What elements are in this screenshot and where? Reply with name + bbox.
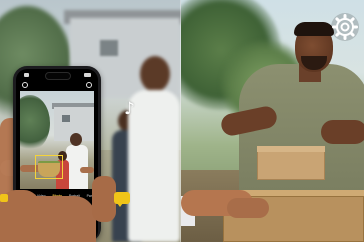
flash-icon[interactable] [22, 82, 28, 88]
battery-icon [84, 73, 91, 77]
viewfinder-window [62, 115, 70, 122]
status-bar [16, 69, 98, 81]
left-photo-panel: ♪ Pano [0, 0, 181, 242]
chat-bubble-icon-partial [0, 194, 8, 202]
hand-fingers [92, 176, 116, 222]
background-man [120, 50, 180, 242]
small-box-flap [257, 146, 325, 152]
chat-bubble-icon [114, 192, 130, 207]
gear-icon [331, 13, 359, 41]
dynamic-island [45, 72, 71, 80]
camera-top-controls [16, 81, 98, 90]
music-note-icon: ♪ [124, 99, 135, 119]
photo-collage: ♪ Pano [0, 0, 364, 242]
viewfinder-man-head [70, 133, 82, 146]
focus-square [35, 155, 63, 179]
worker-right-arm [321, 120, 364, 144]
camera-viewfinder[interactable] [20, 91, 94, 189]
viewfinder-tree [20, 95, 50, 151]
live-photo-icon[interactable] [86, 82, 92, 88]
viewfinder-arm-right [80, 167, 94, 173]
receiver-fingers [227, 198, 269, 218]
signal-icon [24, 73, 29, 77]
panel-divider [180, 0, 181, 242]
background-house-window [100, 40, 118, 56]
worker-hair [294, 22, 334, 36]
gear-icon-graphic [332, 14, 358, 40]
